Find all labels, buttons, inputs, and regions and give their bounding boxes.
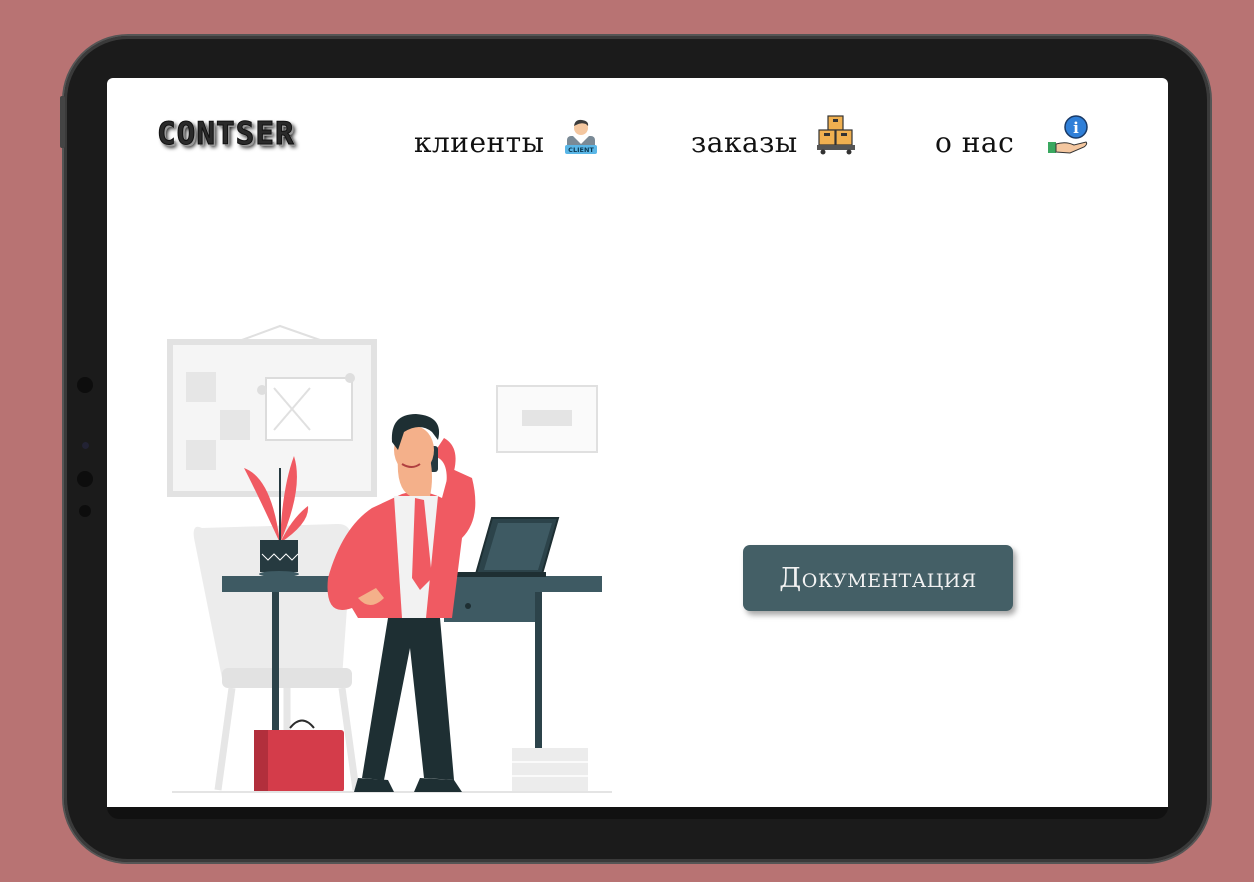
board-note xyxy=(220,410,250,440)
screen-bottom-bezel xyxy=(107,807,1168,819)
plant-pot xyxy=(260,540,298,572)
documentation-button[interactable]: Документация xyxy=(743,545,1013,611)
camera-dot xyxy=(77,377,93,393)
client-badge-text: CLIENT xyxy=(568,146,594,154)
board-note xyxy=(186,372,216,402)
logo[interactable]: CONTSER xyxy=(157,116,295,153)
board-note xyxy=(186,440,216,470)
office-illustration xyxy=(167,324,612,793)
sensor-dot-small xyxy=(79,505,91,517)
floor-books xyxy=(512,748,588,792)
nav-item-orders[interactable]: заказы xyxy=(691,126,798,159)
client-icon[interactable]: CLIENT xyxy=(563,116,599,156)
info-hand-icon[interactable]: i xyxy=(1046,114,1090,156)
nav-item-clients[interactable]: клиенты xyxy=(414,126,544,159)
desk-drawer xyxy=(444,592,540,622)
screen: CONTSER клиенты CLIENT заказы о нас i До… xyxy=(107,78,1168,807)
boxes-icon[interactable] xyxy=(816,114,856,156)
nav-item-about[interactable]: о нас xyxy=(935,126,1014,159)
side-button xyxy=(60,96,65,148)
info-glyph: i xyxy=(1073,119,1079,137)
sensor-dot xyxy=(77,471,93,487)
board-sheet xyxy=(265,377,353,441)
camera-lens xyxy=(82,442,89,449)
board-hanger xyxy=(241,324,321,341)
